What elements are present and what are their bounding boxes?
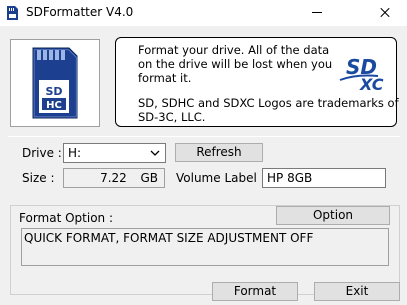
minimize-button[interactable] [300, 0, 334, 26]
window-title: SDFormatter V4.0 [26, 5, 134, 19]
sd-card-image: SD HC [10, 39, 100, 127]
format-button[interactable]: Format [212, 282, 298, 301]
title-bar: SDFormatter V4.0 [0, 0, 407, 26]
size-unit: GB [140, 171, 158, 185]
format-option-display: QUICK FORMAT, FORMAT SIZE ADJUSTMENT OFF [21, 228, 389, 266]
window-client: SD HC Format your drive. All of the data… [0, 26, 407, 305]
app-icon [7, 6, 18, 20]
refresh-button[interactable]: Refresh [175, 143, 263, 162]
drive-dropdown[interactable]: H: [63, 143, 166, 163]
format-option-value: QUICK FORMAT, FORMAT SIZE ADJUSTMENT OFF [24, 231, 314, 245]
info-line-1: Format your drive. All of the data [138, 43, 330, 57]
size-number: 7.22 [100, 171, 127, 185]
chevron-down-icon [150, 150, 160, 156]
volume-label-input[interactable]: HP 8GB [262, 168, 386, 188]
sdxc-logo: SD XC [339, 55, 384, 92]
format-option-label: Format Option : [19, 211, 114, 225]
svg-text:HC: HC [46, 100, 62, 111]
info-line-5: SD-3C, LLC. [138, 110, 206, 124]
svg-text:XC: XC [359, 75, 384, 92]
sd-card-icon: SD HC [32, 47, 78, 119]
close-button[interactable] [362, 0, 407, 26]
exit-button[interactable]: Exit [314, 282, 400, 301]
option-button[interactable]: Option [276, 206, 390, 225]
size-display: 7.22 GB [63, 168, 165, 188]
info-line-4: SD, SDHC and SDXC Logos are trademarks o… [138, 96, 399, 110]
size-value: 7.22 GB [100, 171, 158, 185]
drive-label: Drive : [22, 146, 62, 160]
separator [8, 136, 400, 137]
volume-label-value: HP 8GB [267, 171, 313, 185]
volume-label: Volume Label : [176, 171, 265, 185]
info-line-2: on the drive will be lost when you [138, 57, 333, 71]
info-panel: Format your drive. All of the data on th… [115, 37, 399, 127]
drive-value: H: [68, 146, 82, 160]
size-label: Size : [22, 171, 55, 185]
info-line-3: format it. [138, 71, 192, 85]
svg-text:SD: SD [45, 85, 62, 98]
